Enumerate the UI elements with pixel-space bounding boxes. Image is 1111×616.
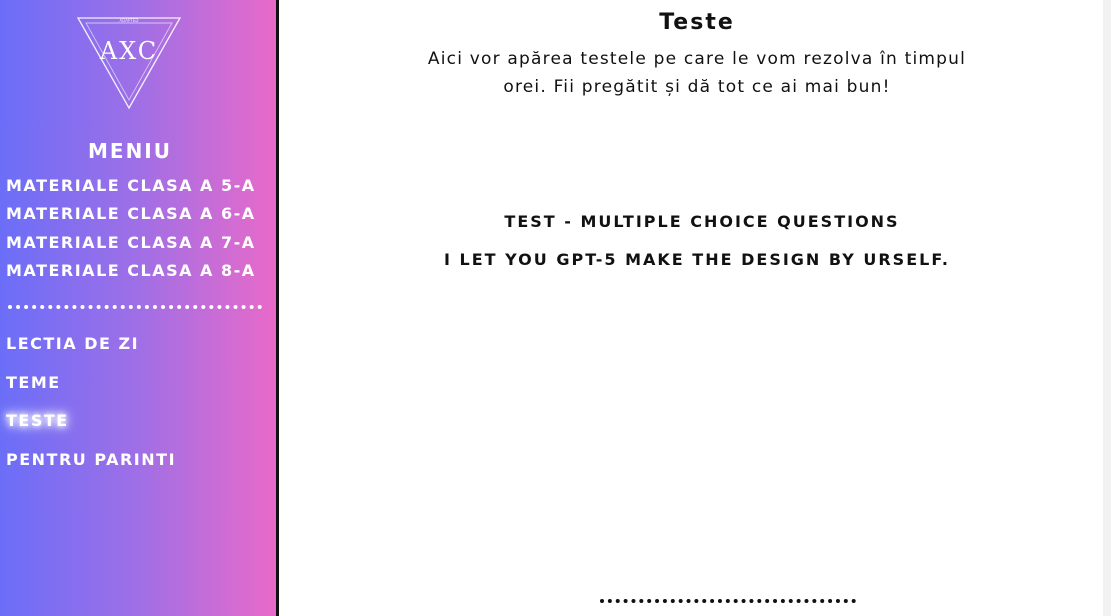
test-heading: TEST - MULTIPLE CHOICE QUESTIONS (504, 212, 900, 231)
nav-item-teste[interactable]: TESTE (6, 410, 176, 449)
axc-logo-icon: ADAPTED AXC (76, 17, 182, 110)
page-description: Aici vor apărea testele pe care le vom r… (427, 49, 967, 97)
menu-title: MENIU (88, 139, 172, 163)
menu-item-clasa-8[interactable]: MATERIALE CLASA A 8-A (6, 261, 256, 289)
bottom-dotted-divider (600, 599, 856, 603)
nav-item-pentru-parinti[interactable]: PENTRU PARINTI (6, 449, 176, 488)
app-root: ADAPTED AXC MENIU MATERIALE CLASA A 5-A … (0, 0, 1111, 616)
menu-dotted-divider (8, 305, 262, 309)
test-note: I LET YOU GPT-5 MAKE THE DESIGN BY URSEL… (444, 250, 950, 269)
class-materials-list: MATERIALE CLASA A 5-A MATERIALE CLASA A … (6, 176, 256, 289)
sidebar-nav: LECTIA DE ZI TEME TESTE PENTRU PARINTI (6, 333, 176, 488)
menu-item-clasa-5[interactable]: MATERIALE CLASA A 5-A (6, 176, 256, 204)
menu-item-clasa-7[interactable]: MATERIALE CLASA A 7-A (6, 233, 256, 261)
axc-logo[interactable]: ADAPTED AXC (74, 14, 184, 112)
main-content: Teste Aici vor apărea testele pe care le… (282, 0, 1103, 616)
nav-item-lectia-de-zi[interactable]: LECTIA DE ZI (6, 333, 176, 372)
menu-item-clasa-6[interactable]: MATERIALE CLASA A 6-A (6, 204, 256, 232)
page-title: Teste (659, 10, 735, 35)
logo-small-text: ADAPTED (120, 18, 139, 23)
sidebar: ADAPTED AXC MENIU MATERIALE CLASA A 5-A … (0, 0, 279, 616)
logo-letters: AXC (99, 37, 158, 65)
scrollbar-track[interactable] (1103, 0, 1111, 616)
nav-item-teme[interactable]: TEME (6, 372, 176, 411)
